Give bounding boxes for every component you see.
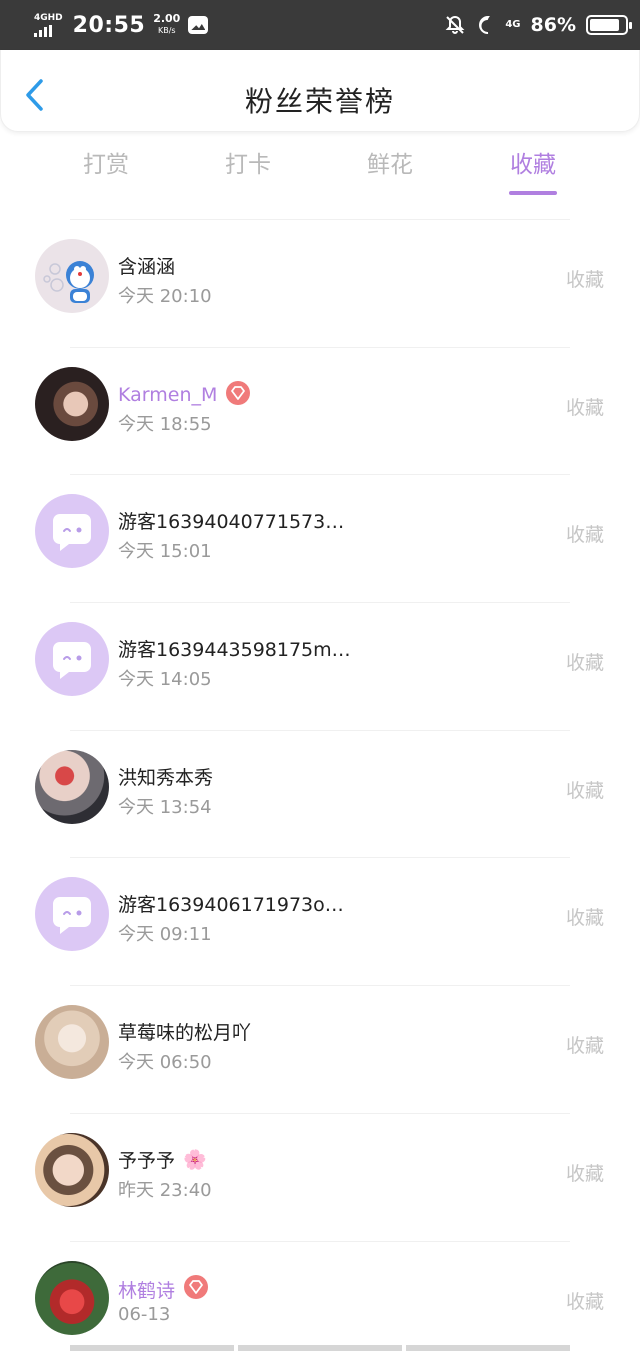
collect-label: 收藏: [566, 1287, 604, 1314]
user-name: 游客1639443598175m…: [118, 635, 351, 662]
list-item[interactable]: 洪知秀本秀 今天 13:54 收藏: [0, 731, 640, 859]
time-label: 今天 09:11: [118, 920, 212, 946]
avatar[interactable]: [35, 239, 109, 313]
time-label: 今天 13:54: [118, 793, 212, 819]
signal-icon: 4GHD: [34, 14, 63, 37]
user-name: 洪知秀本秀: [118, 763, 213, 790]
time-label: 昨天 23:40: [118, 1176, 212, 1202]
net-speed: 2.00 KB/s: [153, 13, 180, 37]
avatar[interactable]: [35, 1261, 109, 1335]
user-name: Karmen_M: [118, 380, 251, 411]
avatar[interactable]: [35, 1005, 109, 1079]
network-4g-label: 4G: [505, 20, 520, 30]
tab-checkin[interactable]: 打卡: [198, 145, 298, 179]
default-chat-avatar-icon: [35, 622, 109, 696]
user-name: 游客16394040771573…: [118, 507, 344, 534]
list-item[interactable]: Karmen_M 今天 18:55 收藏: [0, 348, 640, 476]
battery-percent: 86%: [531, 14, 576, 36]
mute-bell-icon: [445, 15, 465, 35]
vip-diamond-icon: [225, 380, 251, 411]
collect-label: 收藏: [566, 393, 604, 420]
user-name: 含涵涵: [118, 252, 175, 279]
cherry-blossom-emoji: 🌸: [183, 1148, 207, 1171]
list-item[interactable]: 予予予 🌸 昨天 23:40 收藏: [0, 1114, 640, 1242]
avatar[interactable]: [35, 1133, 109, 1207]
user-name: 游客1639406171973o…: [118, 890, 344, 917]
tab-collect[interactable]: 收藏: [483, 145, 583, 179]
collect-label: 收藏: [566, 265, 604, 292]
clock: 20:55: [73, 13, 146, 38]
time-label: 今天 18:55: [118, 410, 212, 436]
avatar[interactable]: [35, 622, 109, 696]
list-item[interactable]: 游客1639406171973o… 今天 09:11 收藏: [0, 858, 640, 986]
gallery-icon: [188, 16, 208, 34]
header: 粉丝荣誉榜: [0, 50, 640, 132]
collect-label: 收藏: [566, 648, 604, 675]
collect-label: 收藏: [566, 1031, 604, 1058]
time-label: 今天 14:05: [118, 665, 212, 691]
page-title: 粉丝荣誉榜: [1, 80, 639, 120]
tab-reward[interactable]: 打赏: [56, 145, 156, 179]
collect-label: 收藏: [566, 520, 604, 547]
moon-icon: [475, 15, 495, 35]
avatar[interactable]: [35, 494, 109, 568]
list-item[interactable]: 草莓味的松月吖 今天 06:50 收藏: [0, 986, 640, 1114]
user-name: 草莓味的松月吖: [118, 1018, 251, 1045]
vip-diamond-icon: [183, 1274, 209, 1305]
fan-list: 含涵涵 今天 20:10 收藏 Karmen_M 今天 18:55 收藏 游客1…: [0, 219, 640, 1369]
avatar[interactable]: [35, 877, 109, 951]
default-chat-avatar-icon: [35, 494, 109, 568]
list-item[interactable]: 游客16394040771573… 今天 15:01 收藏: [0, 475, 640, 603]
battery-icon: [586, 15, 628, 35]
time-label: 06-13: [118, 1304, 170, 1325]
time-label: 今天 06:50: [118, 1048, 212, 1074]
collect-label: 收藏: [566, 776, 604, 803]
bottom-edge-tabs: [70, 1345, 570, 1351]
avatar[interactable]: [35, 750, 109, 824]
collect-label: 收藏: [566, 903, 604, 930]
tab-flowers[interactable]: 鲜花: [340, 145, 440, 179]
user-name: 林鹤诗: [118, 1274, 209, 1305]
collect-label: 收藏: [566, 1159, 604, 1186]
doraemon-avatar-icon: [35, 239, 109, 313]
status-bar: 4GHD 20:55 2.00 KB/s 4G 86%: [0, 0, 640, 50]
time-label: 今天 15:01: [118, 537, 212, 563]
list-item[interactable]: 含涵涵 今天 20:10 收藏: [0, 220, 640, 348]
avatar[interactable]: [35, 367, 109, 441]
active-tab-indicator: [509, 191, 557, 195]
default-chat-avatar-icon: [35, 877, 109, 951]
user-name: 予予予 🌸: [118, 1146, 207, 1173]
time-label: 今天 20:10: [118, 282, 212, 308]
network-label: 4GHD: [34, 14, 63, 23]
list-item[interactable]: 游客1639443598175m… 今天 14:05 收藏: [0, 603, 640, 731]
tab-bar: 打赏 打卡 鲜花 收藏: [0, 145, 640, 205]
